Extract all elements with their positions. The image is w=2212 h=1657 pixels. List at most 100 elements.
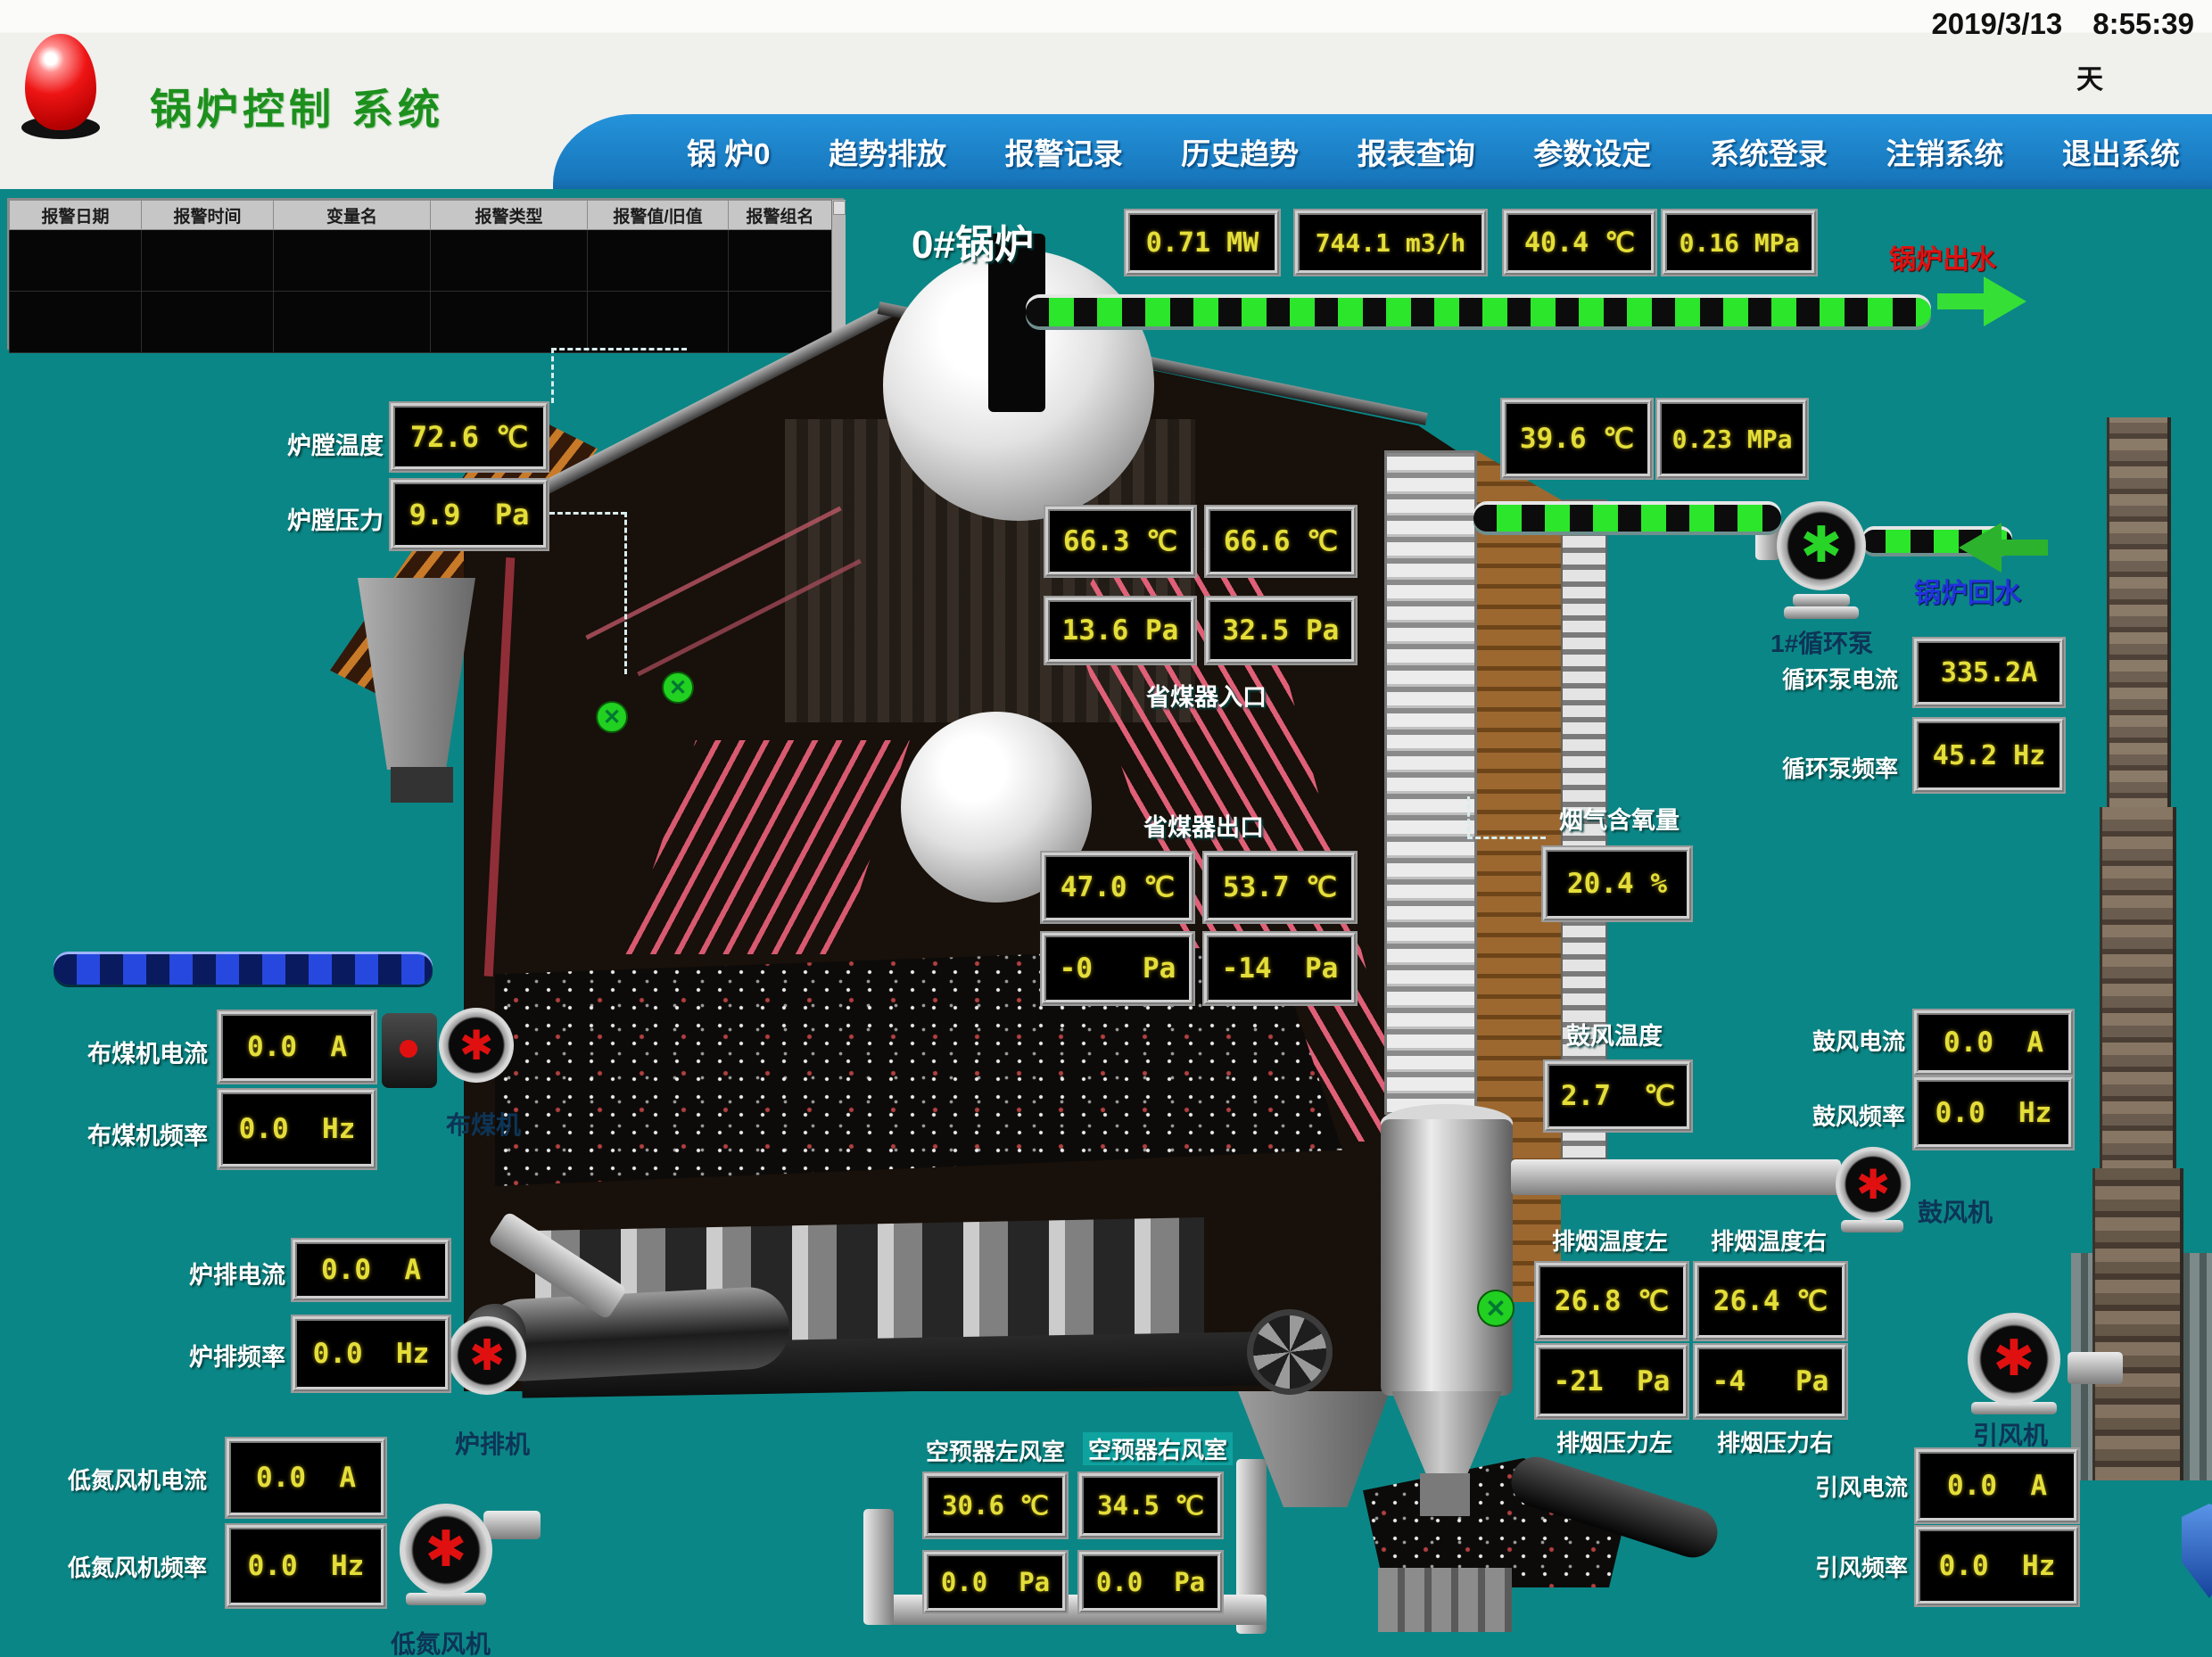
lownox-blower-icon[interactable]: ✱: [400, 1504, 492, 1596]
grate-current-display: 0.0 A: [293, 1240, 450, 1300]
blast-current-label: 鼓风电流: [1812, 1024, 1905, 1057]
alarm-col-time: 报警时间: [142, 201, 274, 230]
dashed-connector: [1467, 796, 1470, 839]
induced-fan-icon[interactable]: ✱: [1968, 1313, 2060, 1406]
grate-roller: [480, 1285, 791, 1383]
circ-freq-display: 45.2 Hz: [1914, 719, 2064, 792]
econ-outlet-pres1-display: -0 Pa: [1042, 933, 1193, 1004]
aph-right-pres-display: 0.0 Pa: [1079, 1552, 1222, 1612]
induced-fan-label: 引风机: [1973, 1416, 2048, 1452]
econ-outlet-label: 省煤器出口: [1143, 808, 1264, 843]
drive-wheel: [1247, 1309, 1333, 1395]
slag-panel: [1378, 1568, 1512, 1632]
blast-freq-display: 0.0 Hz: [1914, 1077, 2073, 1149]
circ-current-display: 335.2A: [1914, 639, 2064, 706]
grate-machine-icon[interactable]: ✱: [448, 1316, 526, 1395]
aph-left-temp-display: 30.6 ℃: [924, 1473, 1067, 1537]
coal-current-display: 0.0 A: [219, 1011, 376, 1083]
exhaust-pres-left-display: -21 Pa: [1536, 1345, 1688, 1418]
menu-logout-system[interactable]: 注销系统: [1886, 130, 2003, 173]
dashed-connector: [551, 348, 554, 403]
fan-to-chimney-duct: [2068, 1352, 2123, 1384]
outlet-water-label: 锅炉出水: [1889, 237, 1996, 276]
scrollbar-thumb[interactable]: [833, 201, 846, 215]
dashed-connector: [1467, 837, 1546, 839]
menu-history-trend[interactable]: 历史趋势: [1181, 130, 1299, 173]
valve-icon[interactable]: ✕: [596, 701, 628, 733]
econ-inlet-pres1-display: 13.6 Pa: [1045, 598, 1195, 664]
menu-alarm-records[interactable]: 报警记录: [1005, 130, 1123, 173]
menu-system-login[interactable]: 系统登录: [1710, 130, 1828, 173]
grate-machine-label: 炉排机: [455, 1425, 530, 1461]
circulation-pump-icon[interactable]: ✱: [1777, 501, 1866, 590]
induced-freq-display: 0.0 Hz: [1916, 1527, 2078, 1605]
return-pressure-display: 0.23 MPa: [1657, 400, 1807, 478]
chimney-top: [2107, 417, 2171, 810]
menu-report-query[interactable]: 报表查询: [1358, 130, 1475, 173]
coal-machine-icon[interactable]: ✱: [439, 1008, 514, 1083]
valve-x-glyph: ✕: [669, 675, 687, 701]
menu-parameter-setting[interactable]: 参数设定: [1533, 130, 1651, 173]
econ-inlet-label: 省煤器入口: [1146, 678, 1267, 713]
dashed-connector: [549, 512, 626, 515]
alarm-table: 报警日期 报警时间 变量名 报警类型 报警值/旧值 报警组名: [7, 198, 844, 350]
oxygen-display: 20.4 %: [1543, 847, 1691, 920]
alarm-col-type: 报警类型: [431, 201, 588, 230]
return-temp-display: 39.6 ℃: [1502, 400, 1652, 478]
flue-duct: [1511, 1159, 1841, 1195]
coal-feed-pipe: [54, 954, 433, 985]
dashed-connector: [551, 348, 687, 350]
date-text: 2019/3/13: [1931, 7, 2062, 41]
shield-icon: [2182, 1504, 2212, 1598]
induced-current-label: 引风电流: [1815, 1470, 1908, 1503]
aph-pipe-elbow: [863, 1509, 894, 1625]
dust-collector-body: [1381, 1119, 1513, 1396]
alarm-col-variable: 变量名: [274, 201, 431, 230]
exhaust-pres-right-label: 排烟压力右: [1717, 1425, 1833, 1458]
menu-trend-emission[interactable]: 趋势排放: [829, 130, 946, 173]
aph-left-label: 空预器左风室: [926, 1434, 1065, 1467]
main-menu-bar: 锅 炉0 趋势排放 报警记录 历史趋势 报表查询 参数设定 系统登录 注销系统 …: [553, 114, 2212, 189]
impeller-glyph: ✱: [1993, 1334, 2035, 1384]
blast-fan-icon[interactable]: ✱: [1836, 1147, 1911, 1222]
exhaust-temp-left-label: 排烟温度左: [1552, 1224, 1668, 1257]
furnace-pressure-label: 炉膛压力: [287, 501, 384, 536]
outlet-arrow-icon: [1937, 276, 2026, 326]
econ-inlet-temp1-display: 66.3 ℃: [1045, 507, 1195, 576]
outlet-water-pipe: [1026, 298, 1931, 326]
coal-motor-dot: [400, 1040, 417, 1058]
boiler-title: 0#锅炉: [912, 212, 1034, 269]
econ-outlet-pres2-display: -14 Pa: [1204, 933, 1356, 1004]
impeller-glyph: ✱: [425, 1525, 467, 1575]
lownox-freq-display: 0.0 Hz: [227, 1525, 385, 1607]
table-row: [10, 292, 832, 353]
menu-boiler0[interactable]: 锅 炉0: [687, 130, 771, 173]
exhaust-temp-right-display: 26.4 ℃: [1695, 1263, 1846, 1340]
table-row: [10, 230, 832, 292]
lownox-freq-label: 低氮风机频率: [68, 1550, 207, 1583]
circ-current-label: 循环泵电流: [1782, 662, 1898, 695]
econ-inlet-temp2-display: 66.6 ℃: [1206, 507, 1356, 576]
boiler-hmi-screen: 锅炉控制 系统 2019/3/13 8:55:39 天 锅 炉0 趋势排放 报警…: [0, 0, 2212, 1657]
flow-display: 744.1 m3/h: [1295, 210, 1486, 275]
impeller-glyph: ✱: [1856, 1164, 1891, 1205]
econ-outlet-temp1-display: 47.0 ℃: [1042, 853, 1193, 922]
time-text: 8:55:39: [2092, 7, 2194, 41]
hopper-motor: [391, 767, 453, 803]
chimney-base: [2092, 1168, 2183, 1480]
impeller-glyph: ✱: [469, 1334, 505, 1377]
grate-freq-label: 炉排频率: [189, 1338, 285, 1373]
blast-fan-label: 鼓风机: [1918, 1193, 1993, 1229]
pump-foot: [1784, 606, 1859, 619]
chimney-mid: [2100, 807, 2176, 1173]
dust-collector-cone: [1391, 1391, 1502, 1476]
aph-left-pres-display: 0.0 Pa: [924, 1552, 1067, 1612]
menu-exit-system[interactable]: 退出系统: [2062, 130, 2180, 173]
pump-base: [1793, 594, 1850, 606]
lownox-blower-label: 低氮风机: [391, 1625, 491, 1657]
coal-freq-display: 0.0 Hz: [219, 1090, 376, 1168]
valve-x-glyph: ✕: [603, 705, 621, 730]
valve-icon[interactable]: ✕: [1477, 1290, 1515, 1327]
valve-icon[interactable]: ✕: [662, 672, 694, 704]
valve-x-glyph: ✕: [1485, 1294, 1506, 1323]
